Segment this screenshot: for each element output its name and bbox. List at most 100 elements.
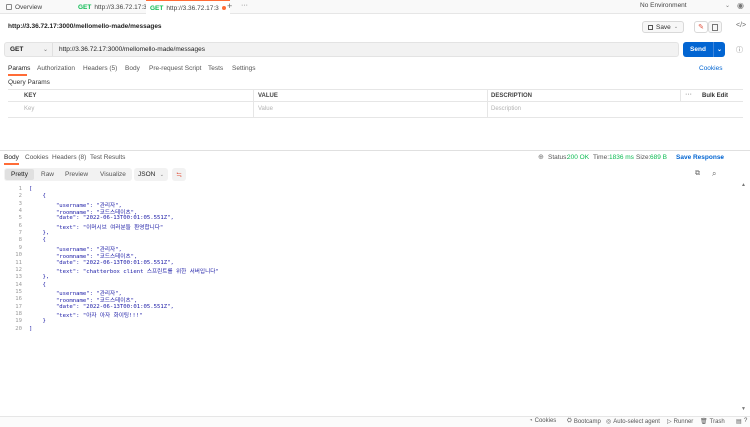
line-number: 6 [18,222,22,229]
globe-icon[interactable]: ⊕ [538,153,544,161]
view-tab-visualize[interactable]: Visualize [100,171,126,178]
scrollbar[interactable]: ▲ ▼ [741,182,746,412]
tab-tests[interactable]: Tests [208,65,223,72]
search-icon[interactable]: ⌕ [712,169,716,179]
view-tab-pretty[interactable]: Pretty [11,171,28,178]
query-params-title: Query Params [8,79,50,86]
line-number: 18 [15,310,22,317]
tab-method: GET [150,4,164,12]
pane-divider[interactable] [0,150,750,151]
code-line: { [29,281,46,288]
send-button[interactable]: Send ⌄ [683,42,725,57]
new-tab-plus-icon[interactable]: + [227,1,232,11]
tab-pre-request-script[interactable]: Pre-request Script [149,65,201,72]
help-icon[interactable]: ? [744,418,747,424]
tab-method: GET [78,3,92,11]
line-number: 1 [18,186,22,192]
description-input[interactable]: Description [491,106,521,112]
cookies-link[interactable]: Cookies [699,65,722,72]
trash-icon: 🗑 [700,419,708,425]
tab-menu-dots-icon[interactable]: ··· [241,2,248,9]
footer-label: Trash [709,418,725,425]
code-icon[interactable]: </> [736,22,746,29]
tab-authorization[interactable]: Authorization [37,65,75,72]
bulk-edit-link[interactable]: Bulk Edit [702,93,728,99]
time-value[interactable]: 1836 ms [609,154,634,161]
response-tab-cookies[interactable]: Cookies [25,154,48,161]
format-label: JSON [138,171,156,178]
footer-bootcamp[interactable]: ⛭ Bootcamp [567,418,601,425]
response-body-editor[interactable]: 1[2 {3 "username": "관리자", 4 "roomname": "… [0,182,740,352]
footer-label: Runner [673,418,694,425]
cookie-icon: ◔ [529,418,533,424]
tab-params[interactable]: Params [8,65,30,72]
line-number: 19 [15,318,22,325]
save-response-button[interactable]: Save Response [676,154,724,161]
code-line: "text": "chatterbox client 스프린트를 위한 서버입니… [29,268,219,275]
save-button[interactable]: Save ⌄ [642,21,684,33]
more-options-icon[interactable]: ··· [685,91,692,98]
environment-eye-icon[interactable]: ◉ [737,1,744,10]
send-options-chevron-icon[interactable]: ⌄ [713,42,725,57]
line-number: 8 [18,237,22,244]
footer-cookies[interactable]: ◔ Cookies [529,418,556,424]
edit-button[interactable]: ✎ [694,21,708,33]
footer-label: Bootcamp [573,418,601,425]
method-select[interactable]: GET ⌄ [5,43,53,56]
footer-trash[interactable]: 🗑 Trash [700,418,725,426]
wrap-lines-button[interactable]: ≒ [172,168,186,181]
code-line: "text": "아자 아자 화이팅!!!" [29,312,143,319]
code-line: "date": "2022-06-13T00:01:05.551Z", [29,259,174,266]
code-line: "date": "2022-06-13T00:01:05.551Z", [29,215,174,222]
status-value[interactable]: 200 OK [567,154,589,161]
tab-request-2[interactable]: GET http://3.36.72.17:3 [146,0,230,15]
key-input[interactable]: Key [24,106,34,112]
column-header-key: KEY [24,93,37,99]
table-col-divider [253,89,254,117]
tab-headers[interactable]: Headers (5) [83,65,117,72]
layout-icon[interactable]: ▤ [736,418,742,425]
active-tab-underline [4,163,19,165]
info-icon[interactable]: ⓘ [736,45,743,55]
table-border-mid [8,101,743,102]
footer-label: Auto-select agent [613,418,660,425]
save-icon [647,24,653,30]
save-label: Save [655,23,671,31]
response-tab-body[interactable]: Body [4,154,19,161]
copy-icon[interactable]: ⧉ [695,170,700,178]
response-tab-headers[interactable]: Headers (8) [52,154,86,161]
size-label: Size: [636,154,651,161]
chevron-down-icon[interactable]: ⌄ [720,154,724,160]
line-number: 12 [15,266,22,273]
documentation-button[interactable] [708,21,722,33]
tab-settings[interactable]: Settings [232,65,256,72]
code-line: { [29,237,46,244]
footer-auto-select-agent[interactable]: ◎ Auto-select agent [606,418,660,426]
footer-label: Cookies [534,418,557,424]
size-value[interactable]: 689 B [650,154,667,161]
value-input[interactable]: Value [258,106,273,112]
tab-label: http://3.36.72.17:3 [94,3,147,11]
request-name-bar: http://3.36.72.17:3000/mellomello-made/m… [0,15,750,39]
chevron-down-icon: ⌄ [673,24,679,30]
format-select[interactable]: JSON ⌄ [134,168,168,181]
tab-body[interactable]: Body [125,65,140,72]
code-line: [ [29,186,33,192]
response-tab-test-results[interactable]: Test Results [90,154,125,161]
tab-overview[interactable]: Overview [2,0,46,14]
line-number: 15 [15,288,22,295]
view-tab-raw[interactable]: Raw [41,171,54,178]
scroll-up-icon[interactable]: ▲ [741,182,746,188]
url-input[interactable]: http://3.36.72.17:3000/mellomello-made/m… [59,46,205,53]
request-title: http://3.36.72.17:3000/mellomello-made/m… [8,23,162,30]
scroll-down-icon[interactable]: ▼ [741,406,746,412]
footer-runner[interactable]: ▷ Runner [667,418,694,426]
line-number: 13 [15,274,22,281]
code-line: } [29,318,46,325]
pencil-icon: ✎ [698,24,704,31]
environment-select[interactable]: No Environment ⌄ [640,2,730,9]
view-tab-preview[interactable]: Preview [65,171,88,178]
chevron-down-icon: ⌄ [42,47,48,53]
line-number: 17 [15,303,22,310]
wrap-lines-icon: ≒ [176,171,182,179]
